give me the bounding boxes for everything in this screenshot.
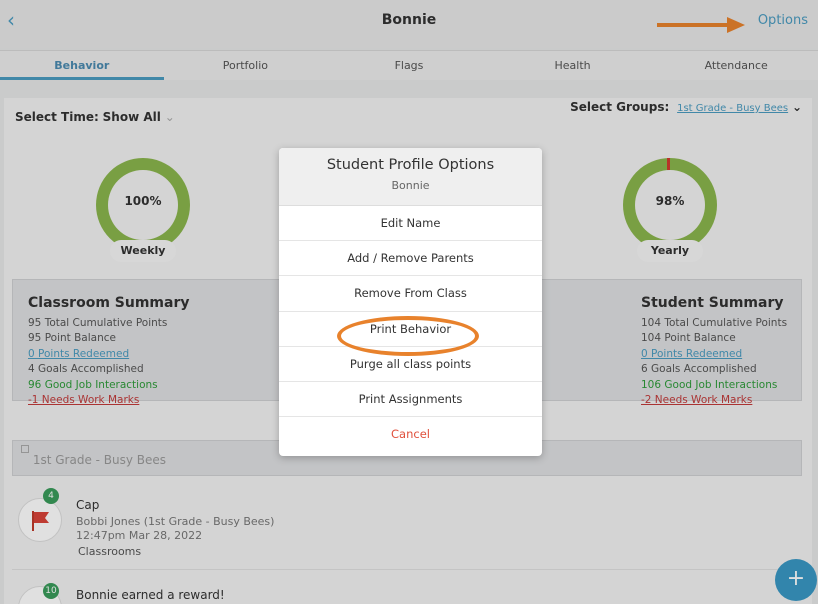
cancel-button[interactable]: Cancel xyxy=(279,417,542,452)
remove-from-class-button[interactable]: Remove From Class xyxy=(279,276,542,312)
edit-name-button[interactable]: Edit Name xyxy=(279,206,542,242)
add-remove-parents-button[interactable]: Add / Remove Parents xyxy=(279,241,542,277)
highlight-ring xyxy=(337,316,479,356)
student-profile-options-modal: Student Profile Options Bonnie Edit Name… xyxy=(279,148,542,456)
modal-header: Student Profile Options Bonnie xyxy=(279,148,542,206)
modal-title: Student Profile Options xyxy=(326,157,495,173)
print-assignments-button[interactable]: Print Assignments xyxy=(279,382,542,418)
modal-subtitle: Bonnie xyxy=(391,179,430,192)
